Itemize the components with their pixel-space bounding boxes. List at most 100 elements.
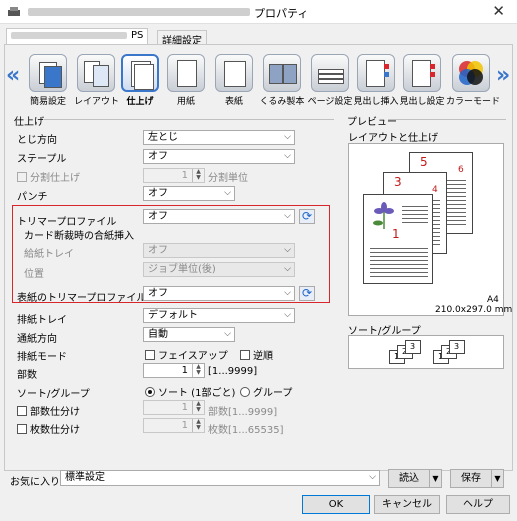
color-mode-icon <box>452 54 490 92</box>
refresh-icon[interactable]: ⟳ <box>299 286 315 301</box>
finishing-icon <box>121 54 159 92</box>
cover-icon <box>215 54 253 92</box>
icon-tab-finishing[interactable]: 仕上げ <box>118 54 162 108</box>
tab-settings-icon <box>403 54 441 92</box>
dropdown-arrow-icon[interactable]: ▼ <box>491 470 503 487</box>
printer-icon <box>8 7 20 16</box>
chevron-down-icon: ⌵ <box>369 472 376 482</box>
feed-direction-label: 通紙方向 <box>17 334 57 345</box>
trimmer-profile-select[interactable]: オフ ⌵ <box>143 209 295 224</box>
group-radio[interactable]: グループ <box>240 384 292 399</box>
paper-icon <box>167 54 205 92</box>
feed-tray-select[interactable]: オフ ⌵ <box>143 243 295 258</box>
chevron-down-icon: ⌵ <box>284 211 291 221</box>
copies-label: 部数 <box>17 370 37 381</box>
binding-direction-select[interactable]: 左とじ ⌵ <box>143 130 295 145</box>
icon-tab-paper[interactable]: 用紙 <box>164 54 208 108</box>
position-select[interactable]: ジョブ単位(後) ⌵ <box>143 262 295 277</box>
feed-tray-label: 給紙トレイ <box>24 249 74 260</box>
preview-subtitle: レイアウトと仕上げ <box>348 133 438 144</box>
set-separation-stepper[interactable]: 1 ▲ ▼ <box>143 400 205 415</box>
card-insert-label: カード断裁時の合紙挿入 <box>24 231 134 242</box>
chevron-down-icon: ⌵ <box>284 245 291 255</box>
trimmer-profile-label: トリマープロファイル <box>17 217 117 228</box>
chevron-down-icon: ⌵ <box>284 310 291 320</box>
output-mode-label: 排紙モード <box>17 352 67 363</box>
perfect-binding-icon <box>263 54 301 92</box>
copies-stepper[interactable]: 1 ▲ ▼ <box>143 363 205 378</box>
sheet-separation-stepper[interactable]: 1 ▲ ▼ <box>143 418 205 433</box>
split-finishing-checkbox[interactable]: 分割仕上げ <box>17 169 80 184</box>
preview-group-title: プレビュー <box>347 117 397 128</box>
icon-tab-perfect-binding[interactable]: くるみ製本 <box>256 54 308 108</box>
save-button[interactable]: 保存 ▼ <box>450 469 504 488</box>
paper-size: A4 <box>487 295 499 305</box>
punch-select[interactable]: オフ ⌵ <box>143 186 235 201</box>
stepper-arrows-icon[interactable]: ▲ ▼ <box>192 364 204 377</box>
icon-tab-cover[interactable]: 表紙 <box>212 54 256 108</box>
stepper-arrows-icon[interactable]: ▲ ▼ <box>192 169 204 182</box>
chevron-down-icon: ⌵ <box>284 151 291 161</box>
chevron-down-icon: ⌵ <box>224 188 231 198</box>
paper-dimensions: 210.0x297.0 mm <box>435 305 513 315</box>
load-button[interactable]: 読込 ▼ <box>388 469 442 488</box>
preview-page: 1 <box>363 194 433 284</box>
copies-range: [1...9999] <box>208 366 258 377</box>
close-button[interactable]: ✕ <box>492 2 505 20</box>
sheet-separation-checkbox[interactable]: 枚数仕分け <box>17 421 80 436</box>
favorites-select[interactable]: 標準設定 ⌵ <box>60 470 380 486</box>
favorites-label: お気に入り <box>10 477 60 488</box>
tab-insert-icon <box>357 54 395 92</box>
layout-icon <box>77 54 115 92</box>
set-separation-checkbox[interactable]: 部数仕分け <box>17 403 80 418</box>
icon-tab-color-mode[interactable]: カラーモード <box>446 54 500 108</box>
finishing-group-title: 仕上げ <box>14 117 44 128</box>
scroll-left-icon[interactable]: « <box>6 63 20 88</box>
reverse-order-checkbox[interactable]: 逆順 <box>240 347 273 362</box>
binding-direction-label: とじ方向 <box>17 135 57 146</box>
position-label: 位置 <box>24 269 44 280</box>
ok-button[interactable]: OK <box>302 495 370 514</box>
group-divider <box>44 119 334 120</box>
stepper-arrows-icon[interactable]: ▲ ▼ <box>192 401 204 414</box>
feed-direction-select[interactable]: 自動 ⌵ <box>143 327 235 342</box>
icon-tab-quick-setup[interactable]: 簡易設定 <box>26 54 70 108</box>
icon-tab-layout[interactable]: レイアウト <box>74 54 119 108</box>
staple-select[interactable]: オフ ⌵ <box>143 149 295 164</box>
icon-tab-tab-settings[interactable]: 見出し設定 <box>398 54 446 108</box>
chevron-down-icon: ⌵ <box>224 329 231 339</box>
tab-bar: PS 詳細設定 <box>0 24 517 47</box>
group-divider <box>388 119 506 120</box>
blurred-tab-text <box>11 31 127 39</box>
scroll-right-icon[interactable]: » <box>496 63 510 88</box>
sort-group-label: ソート/グループ <box>17 389 90 400</box>
layout-preview: 5 6 3 4 1 A4 210.0x297.0 mm <box>348 143 512 316</box>
face-up-checkbox[interactable]: フェイスアップ <box>145 347 228 362</box>
set-separation-hint: 部数[1...9999] <box>208 407 278 418</box>
staple-label: ステープル <box>17 154 67 165</box>
output-tray-select[interactable]: デフォルト ⌵ <box>143 308 295 323</box>
icon-tab-tab-insert[interactable]: 見出し挿入 <box>352 54 400 108</box>
window-title: プロパティ <box>254 7 309 20</box>
title-bar: プロパティ ✕ <box>0 0 517 24</box>
cover-trimmer-label: 表紙のトリマープロファイル <box>17 293 147 304</box>
punch-label: パンチ <box>17 192 48 203</box>
help-button[interactable]: ヘルプ <box>446 495 510 514</box>
page-setup-icon <box>311 54 349 92</box>
split-unit-label: 分割単位 <box>208 173 248 184</box>
icon-tab-page-setup[interactable]: ページ設定 <box>306 54 354 108</box>
stepper-arrows-icon[interactable]: ▲ ▼ <box>192 419 204 432</box>
chevron-down-icon: ⌵ <box>284 288 291 298</box>
cancel-button[interactable]: キャンセル <box>374 495 440 514</box>
sheet-separation-hint: 枚数[1...65535] <box>208 425 284 436</box>
sort-radio[interactable]: ソート (1部ごと) <box>145 384 235 399</box>
dropdown-arrow-icon[interactable]: ▼ <box>429 470 441 487</box>
cover-trimmer-select[interactable]: オフ ⌵ <box>143 286 295 301</box>
chevron-down-icon: ⌵ <box>284 264 291 274</box>
sort-preview: 1 2 3 1 2 3 <box>348 335 504 369</box>
refresh-icon[interactable]: ⟳ <box>299 209 315 224</box>
blurred-printer-name <box>28 8 250 16</box>
split-unit-stepper[interactable]: 1 ▲ ▼ <box>143 168 205 183</box>
output-tray-label: 排紙トレイ <box>17 315 67 326</box>
chevron-down-icon: ⌵ <box>284 132 291 142</box>
